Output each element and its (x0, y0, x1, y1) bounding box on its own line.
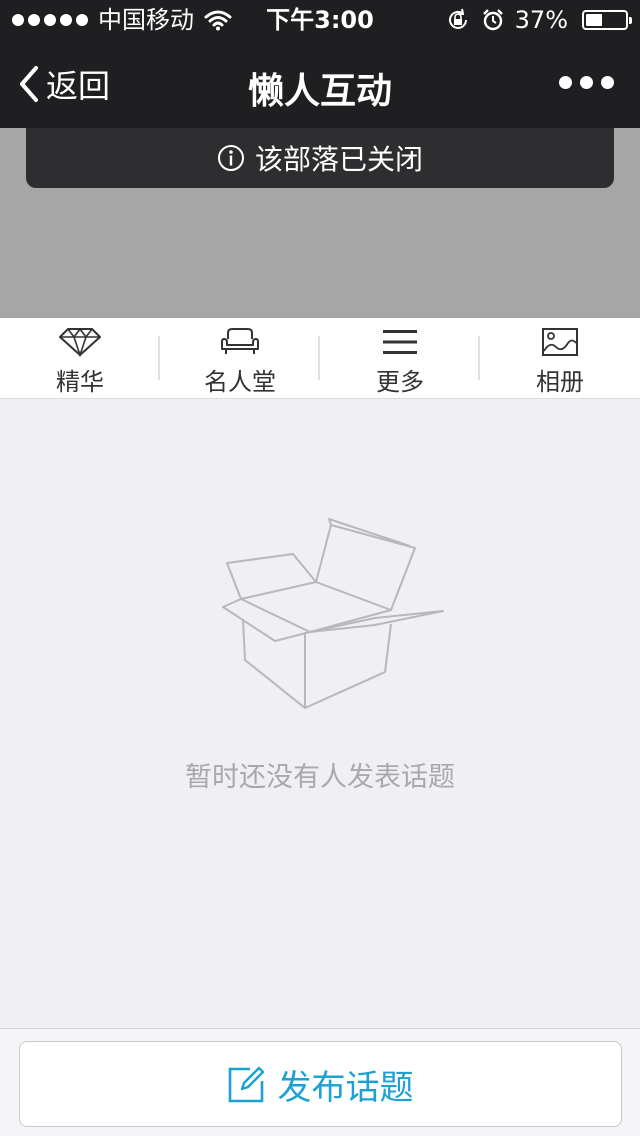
page-title: 懒人互动 (247, 71, 392, 112)
open-box-icon (222, 518, 444, 709)
edit-icon (228, 1066, 264, 1103)
top-bar: 中国移动 下午3:00 37% 返回 懒人互动 (0, 0, 640, 128)
tab-bar: 精华 名人堂 更多 相册 (0, 318, 640, 399)
tab-label: 名人堂 (204, 368, 276, 396)
sofa-icon (221, 328, 259, 354)
post-topic-button[interactable]: 发布话题 (19, 1041, 622, 1127)
status-right: 37% (445, 0, 632, 40)
battery-level (586, 14, 602, 26)
menu-icon (383, 330, 417, 354)
tab-label: 相册 (536, 368, 584, 396)
tab-album[interactable]: 相册 (480, 318, 640, 398)
info-icon (217, 145, 244, 171)
battery-icon (582, 10, 632, 30)
nav-bar: 返回 懒人互动 (0, 40, 640, 128)
notice-text: 该部落已关闭 (254, 143, 423, 176)
closed-notice: 该部落已关闭 (26, 128, 614, 188)
more-button[interactable] (559, 76, 614, 89)
status-bar: 中国移动 下午3:00 37% (0, 0, 640, 40)
diamond-icon (59, 327, 101, 357)
tab-label: 更多 (376, 368, 424, 396)
battery-percent: 37% (514, 6, 568, 34)
tab-label: 精华 (56, 368, 104, 396)
tab-hall-of-fame[interactable]: 名人堂 (160, 318, 320, 398)
alarm-icon (482, 9, 503, 31)
post-topic-label: 发布话题 (277, 1067, 414, 1108)
photo-icon (542, 328, 578, 356)
tab-more[interactable]: 更多 (320, 318, 480, 398)
empty-state-text: 暂时还没有人发表话题 (185, 762, 455, 793)
bottom-toolbar: 发布话题 (0, 1028, 640, 1136)
rotation-lock-icon (448, 8, 467, 29)
tab-featured[interactable]: 精华 (0, 318, 160, 398)
